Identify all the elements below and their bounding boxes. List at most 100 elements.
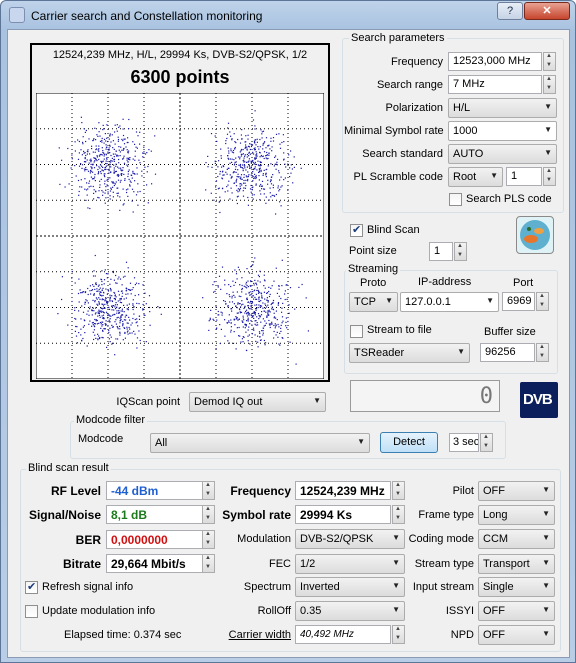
constellation-point xyxy=(245,325,247,327)
detect-button[interactable]: Detect xyxy=(380,432,438,453)
close-button[interactable]: ✕ xyxy=(524,2,570,20)
carrier-width-spinner[interactable] xyxy=(392,625,405,644)
pls-code-spinner[interactable] xyxy=(543,167,556,186)
constellation-point xyxy=(243,174,245,176)
fec-select[interactable]: 1/2 ▼ xyxy=(295,554,405,574)
constellation-point xyxy=(271,146,273,148)
search-range-input[interactable]: 7 MHz xyxy=(448,75,542,94)
constellation-point xyxy=(109,341,111,343)
proto-select[interactable]: TCP ▼ xyxy=(349,292,398,312)
polarization-value: H/L xyxy=(453,102,471,114)
blind-scan-checkbox[interactable] xyxy=(350,223,363,237)
constellation-point xyxy=(107,289,109,291)
constellation-point xyxy=(207,155,209,157)
constellation-point xyxy=(236,175,238,178)
port-input[interactable]: 6969 xyxy=(502,292,535,311)
modulation-select[interactable]: DVB-S2/QPSK ▼ xyxy=(295,529,405,549)
constellation-point xyxy=(132,158,134,160)
chevron-down-icon: ▼ xyxy=(542,509,550,518)
rolloff-select[interactable]: 0.35 ▼ xyxy=(295,601,405,621)
title-bar[interactable]: Carrier search and Constellation monitor… xyxy=(1,1,575,29)
constellation-point xyxy=(83,291,85,293)
constellation-point xyxy=(96,156,98,158)
pilot-select[interactable]: OFF ▼ xyxy=(478,481,555,501)
ip-address-select[interactable]: 127.0.0.1 ▼ xyxy=(400,292,499,312)
constellation-point xyxy=(78,190,80,193)
constellation-point xyxy=(284,293,286,295)
constellation-point xyxy=(254,296,256,298)
constellation-point xyxy=(97,311,99,313)
port-spinner[interactable] xyxy=(536,292,549,311)
constellation-point xyxy=(111,309,113,311)
constellation-point xyxy=(114,354,116,356)
constellation-point xyxy=(93,189,95,191)
issyi-select[interactable]: OFF ▼ xyxy=(478,601,555,621)
constellation-point xyxy=(241,291,243,293)
reader-select[interactable]: TSReader ▼ xyxy=(349,343,470,363)
satellite-fish-icon[interactable] xyxy=(516,216,554,254)
frequency-spinner[interactable] xyxy=(543,52,556,71)
constellation-point xyxy=(125,319,127,321)
constellation-point xyxy=(259,161,261,163)
constellation-point xyxy=(98,150,100,152)
constellation-point xyxy=(78,301,80,303)
search-range-spinner[interactable] xyxy=(543,75,556,94)
npd-select[interactable]: OFF ▼ xyxy=(478,625,555,645)
stream-type-select[interactable]: Transport ▼ xyxy=(478,554,555,574)
fec-label: FEC xyxy=(269,558,291,570)
pls-mode-select[interactable]: Root ▼ xyxy=(448,167,503,187)
constellation-point xyxy=(109,177,111,179)
modcode-select[interactable]: All ▼ xyxy=(150,433,370,453)
constellation-point xyxy=(136,347,138,349)
point-size-input[interactable]: 1 xyxy=(429,242,453,261)
constellation-point xyxy=(107,314,109,317)
timeout-spinner[interactable] xyxy=(480,433,493,452)
search-standard-select[interactable]: AUTO ▼ xyxy=(448,144,557,164)
help-button[interactable]: ? xyxy=(497,2,523,20)
update-modulation-checkbox[interactable] xyxy=(25,605,38,618)
constellation-point xyxy=(272,187,274,189)
constellation-point xyxy=(128,303,130,305)
frame-type-select[interactable]: Long ▼ xyxy=(478,505,555,525)
constellation-point xyxy=(90,163,92,165)
constellation-point xyxy=(86,194,88,196)
constellation-point xyxy=(285,166,287,168)
timeout-input[interactable]: 3 sec xyxy=(449,433,479,452)
input-stream-select[interactable]: Single ▼ xyxy=(478,577,555,597)
constellation-point xyxy=(256,287,258,289)
stream-to-file-checkbox[interactable] xyxy=(350,325,363,338)
refresh-signal-checkbox[interactable] xyxy=(25,580,38,594)
constellation-point xyxy=(96,298,98,300)
pls-code-input[interactable]: 1 xyxy=(506,167,542,186)
issyi-value: OFF xyxy=(483,605,505,617)
buffer-size-spinner[interactable] xyxy=(536,343,549,362)
ber-label: BER xyxy=(75,533,101,547)
constellation-point xyxy=(244,182,246,184)
constellation-point xyxy=(100,172,102,175)
constellation-point xyxy=(258,169,261,171)
constellation-point xyxy=(87,170,90,172)
carrier-width-link[interactable]: Carrier width xyxy=(214,629,291,641)
spectrum-select[interactable]: Inverted ▼ xyxy=(295,577,405,597)
frequency-result-spinner[interactable] xyxy=(392,481,405,500)
constellation-point xyxy=(93,198,95,200)
min-symbol-rate-select[interactable]: 1000 ▼ xyxy=(448,121,557,141)
point-size-spinner[interactable] xyxy=(454,242,467,261)
constellation-point xyxy=(90,293,92,295)
constellation-point xyxy=(253,317,255,319)
polarization-select[interactable]: H/L ▼ xyxy=(448,98,557,118)
iq-scan-select[interactable]: Demod IQ out ▼ xyxy=(189,392,326,412)
constellation-point xyxy=(102,129,104,131)
coding-mode-select[interactable]: CCM ▼ xyxy=(478,529,555,549)
buffer-size-input[interactable]: 96256 xyxy=(480,343,535,362)
constellation-point xyxy=(276,292,278,294)
frequency-input[interactable]: 12523,000 MHz xyxy=(448,52,542,71)
constellation-point xyxy=(223,165,225,168)
constellation-point xyxy=(124,138,126,140)
constellation-point xyxy=(263,274,265,276)
search-pls-checkbox[interactable] xyxy=(449,193,462,206)
constellation-point xyxy=(117,316,119,318)
signal-noise-label: Signal/Noise xyxy=(28,508,101,522)
constellation-point xyxy=(89,153,91,155)
symbol-rate-spinner[interactable] xyxy=(392,505,405,524)
